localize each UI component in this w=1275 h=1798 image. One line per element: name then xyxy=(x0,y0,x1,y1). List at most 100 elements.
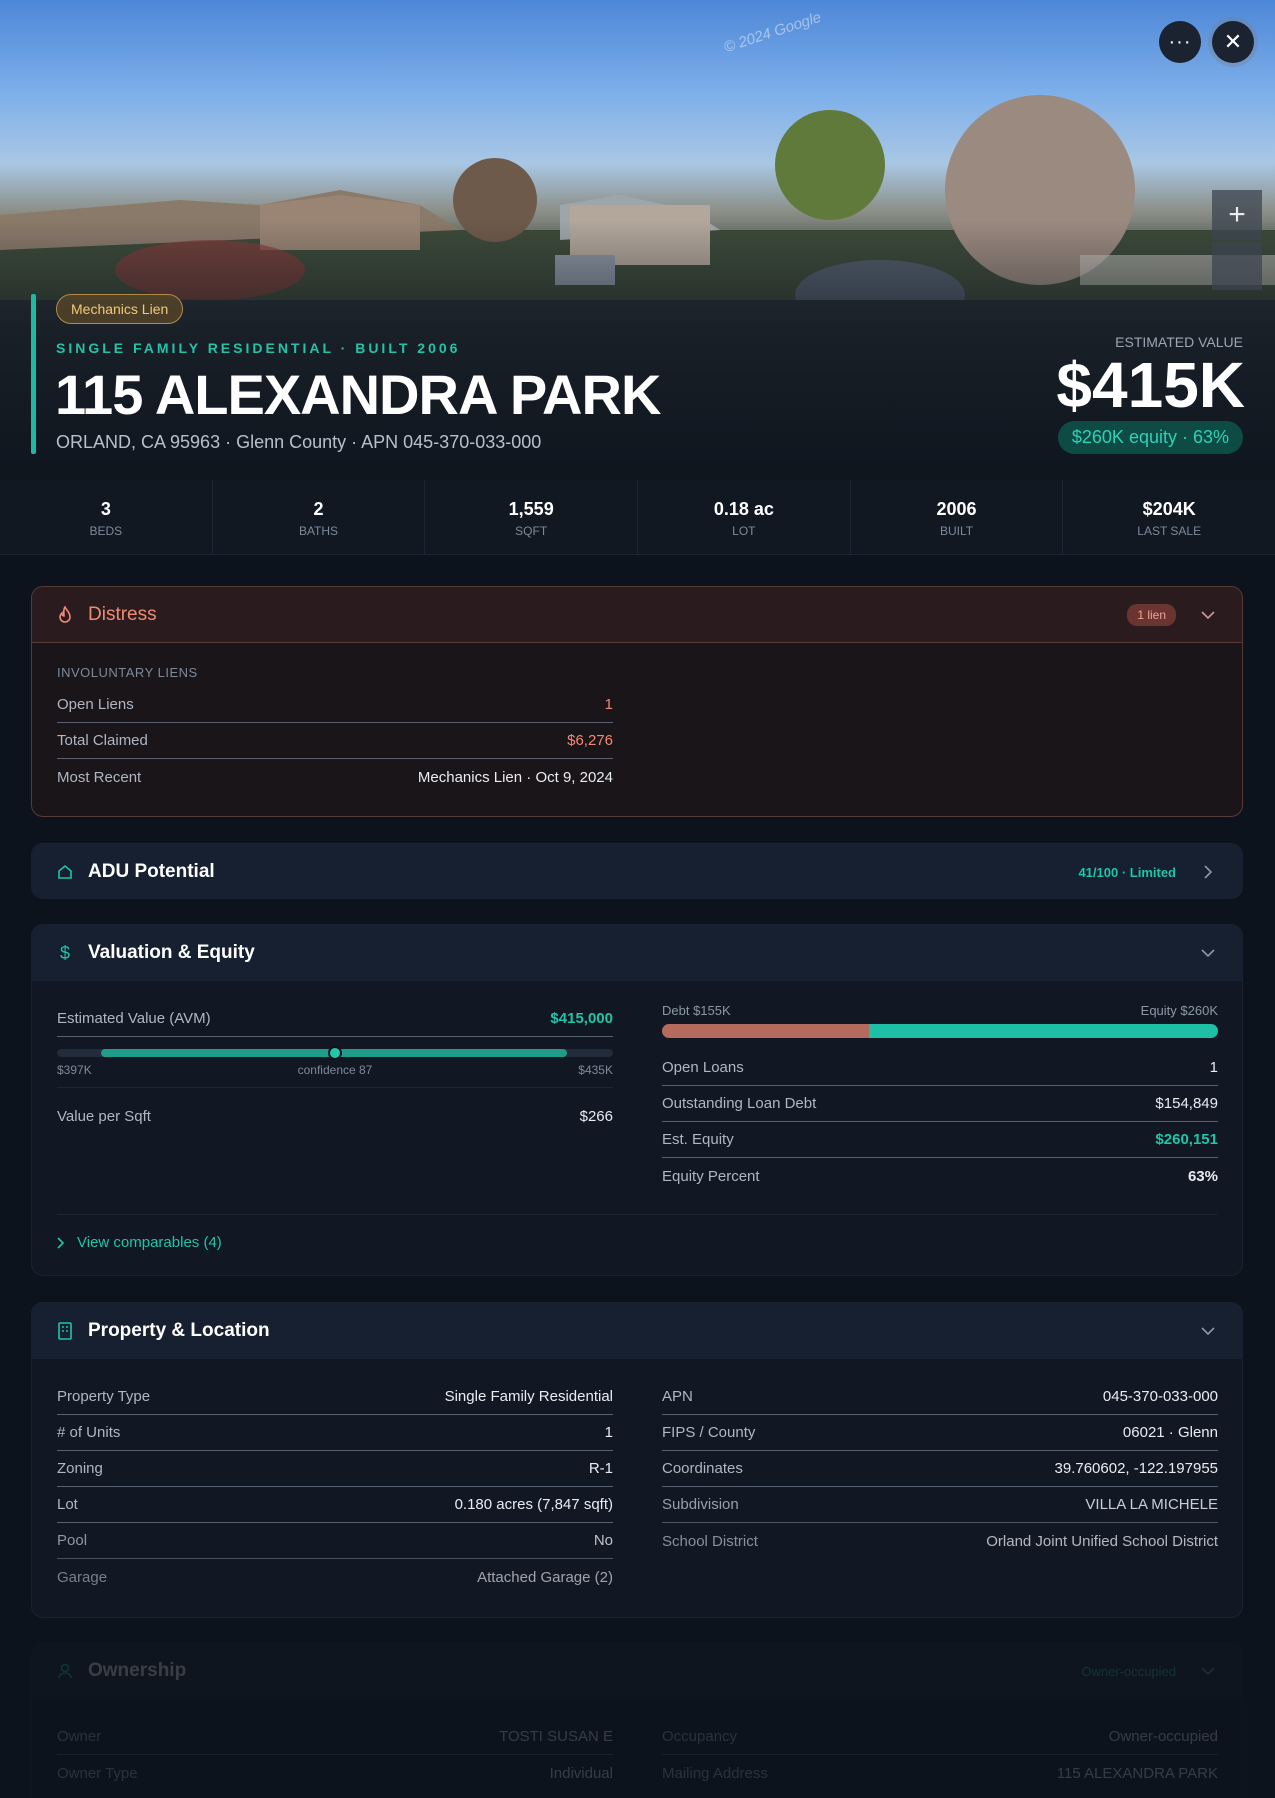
stat-label: BEDS xyxy=(89,524,123,538)
close-button[interactable]: ✕ xyxy=(1212,21,1254,63)
list-item: # of Units 1 xyxy=(57,1415,613,1451)
avm-section: Estimated Value (AVM) $415,000 $397K conf… xyxy=(57,1001,613,1134)
list-item: Property Type Single Family Residential xyxy=(57,1379,613,1415)
row-value: Owner-occupied xyxy=(1108,1728,1218,1745)
mechanics-lien-badge: Mechanics Lien xyxy=(56,294,184,324)
stat-beds: 3 BEDS xyxy=(0,480,213,554)
view-comparables-label: View comparables (4) xyxy=(77,1234,222,1251)
list-item: Pool No xyxy=(57,1523,613,1559)
list-item: Owner Type Individual xyxy=(57,1755,613,1791)
ownership-card: Ownership Owner-occupied Owner TOSTI SUSA… xyxy=(31,1642,1243,1798)
row-key: Coordinates xyxy=(662,1460,743,1477)
adu-score: 41/100 · Limited xyxy=(1078,864,1176,880)
equity-segment xyxy=(869,1024,1218,1038)
chevron-down-icon[interactable] xyxy=(1198,1661,1218,1681)
property-address: 115 ALEXANDRA PARK xyxy=(55,363,661,426)
list-item: Occupancy Owner-occupied xyxy=(662,1719,1218,1755)
list-item: Est. Equity $260,151 xyxy=(662,1122,1218,1158)
row-key: APN xyxy=(662,1388,693,1405)
close-icon: ✕ xyxy=(1223,29,1243,54)
view-comparables-link[interactable]: View comparables (4) xyxy=(57,1234,222,1251)
stat-baths: 2 BATHS xyxy=(213,480,426,554)
ellipsis-icon: ··· xyxy=(1168,30,1192,53)
row-key: Zoning xyxy=(57,1460,103,1477)
divider xyxy=(57,1214,1217,1215)
stat-built: 2006 BUILT xyxy=(851,480,1064,554)
row-value: 39.760602, -122.197955 xyxy=(1054,1460,1218,1477)
row-value: $260,151 xyxy=(1155,1131,1218,1148)
row-value: Orland Joint Unified School District xyxy=(986,1532,1218,1550)
avm-range-labels: $397K confidence 87 $435K xyxy=(57,1063,613,1077)
debt-equity-labels: Debt $155K Equity $260K xyxy=(662,1003,1218,1018)
plus-icon: + xyxy=(1228,198,1246,231)
row-value: 63% xyxy=(1187,1167,1218,1185)
equity-pill: $260K equity · 63% xyxy=(1057,421,1243,454)
row-key: Est. Equity xyxy=(662,1131,734,1148)
row-key: Owner Type xyxy=(57,1764,138,1782)
row-key: # of Units xyxy=(57,1424,121,1441)
distress-header[interactable]: Distress 1 lien xyxy=(32,587,1242,643)
stat-value: 2006 xyxy=(936,499,977,519)
range-low: $397K xyxy=(57,1063,92,1077)
avm-range-bar xyxy=(57,1046,613,1060)
list-item: Lot 0.180 acres (7,847 sqft) xyxy=(57,1487,613,1523)
row-key: School District xyxy=(662,1532,758,1550)
liens-list: Open Liens 1 Total Claimed $6,276 Most Rec… xyxy=(57,687,613,795)
chevron-down-icon[interactable] xyxy=(1198,605,1218,625)
stat-value: $204K xyxy=(1142,499,1196,519)
row-key: Open Liens xyxy=(57,696,134,713)
home-icon xyxy=(56,863,74,881)
chevron-right-icon xyxy=(57,1236,65,1249)
adu-card[interactable]: ADU Potential 41/100 · Limited xyxy=(31,843,1243,899)
list-item: Outstanding Loan Debt $154,849 xyxy=(662,1086,1218,1122)
row-key: Most Recent xyxy=(57,768,142,786)
flame-icon xyxy=(56,605,74,624)
valuation-header[interactable]: $ Valuation & Equity xyxy=(32,925,1242,981)
debt-equity-bar xyxy=(662,1024,1218,1038)
stat-last-sale: $204K LAST SALE xyxy=(1063,480,1275,554)
avm-label: Estimated Value (AVM) xyxy=(57,1010,211,1027)
vps-value: $266 xyxy=(579,1107,613,1125)
row-value: Single Family Residential xyxy=(444,1388,613,1405)
list-item: Open Liens 1 xyxy=(57,687,613,723)
stat-label: BATHS xyxy=(298,524,339,538)
row-key: Lot xyxy=(57,1496,78,1513)
adu-header[interactable]: ADU Potential 41/100 · Limited xyxy=(32,844,1242,898)
property-title: Property & Location xyxy=(88,1320,270,1341)
row-key: Subdivision xyxy=(662,1496,739,1513)
zoom-out-button[interactable] xyxy=(1212,242,1262,290)
list-item: Zoning R-1 xyxy=(57,1451,613,1487)
stat-value: 3 xyxy=(100,499,111,519)
row-value: VILLA LA MICHELE xyxy=(1085,1496,1218,1513)
loans-list: Open Loans 1 Outstanding Loan Debt $154,84… xyxy=(662,1050,1218,1194)
lien-count-badge: 1 lien xyxy=(1127,603,1176,626)
range-high: $435K xyxy=(578,1063,613,1077)
list-item: Mailing Address 115 ALEXANDRA PARK xyxy=(662,1755,1218,1791)
row-value: $154,849 xyxy=(1155,1095,1218,1112)
row-key: Garage xyxy=(57,1568,108,1586)
more-options-button[interactable]: ··· xyxy=(1159,21,1201,63)
chevron-right-icon[interactable] xyxy=(1198,862,1218,882)
property-right-list: APN 045-370-033-000 FIPS / County 06021 · … xyxy=(662,1379,1218,1559)
row-value: TOSTI SUSAN E xyxy=(499,1728,613,1745)
list-item: Equity Percent 63% xyxy=(662,1158,1218,1194)
stat-label: SQFT xyxy=(515,524,548,538)
ownership-header[interactable]: Ownership Owner-occupied xyxy=(32,1643,1242,1699)
chevron-down-icon[interactable] xyxy=(1198,1321,1218,1341)
debt-segment xyxy=(662,1024,870,1038)
divider xyxy=(57,1087,613,1088)
row-value: 1 xyxy=(1209,1059,1218,1076)
zoom-in-button[interactable]: + xyxy=(1212,190,1262,240)
list-item: Most Recent Mechanics Lien · Oct 9, 2024 xyxy=(57,759,613,795)
chevron-down-icon[interactable] xyxy=(1198,943,1218,963)
property-location-card: Property & Location Property Type Single … xyxy=(31,1302,1243,1618)
valuation-title: Valuation & Equity xyxy=(88,942,255,963)
distress-title: Distress xyxy=(88,603,157,625)
row-value: 0.180 acres (7,847 sqft) xyxy=(454,1496,613,1513)
property-subaddress: ORLAND, CA 95963 · Glenn County · APN 04… xyxy=(56,432,542,452)
ownership-right-list: Occupancy Owner-occupied Mailing Address 1… xyxy=(662,1719,1218,1791)
row-value: 1 xyxy=(604,696,613,713)
property-header[interactable]: Property & Location xyxy=(32,1303,1242,1359)
avm-row: Estimated Value (AVM) $415,000 xyxy=(57,1001,613,1037)
row-value: Mechanics Lien · Oct 9, 2024 xyxy=(417,768,613,786)
